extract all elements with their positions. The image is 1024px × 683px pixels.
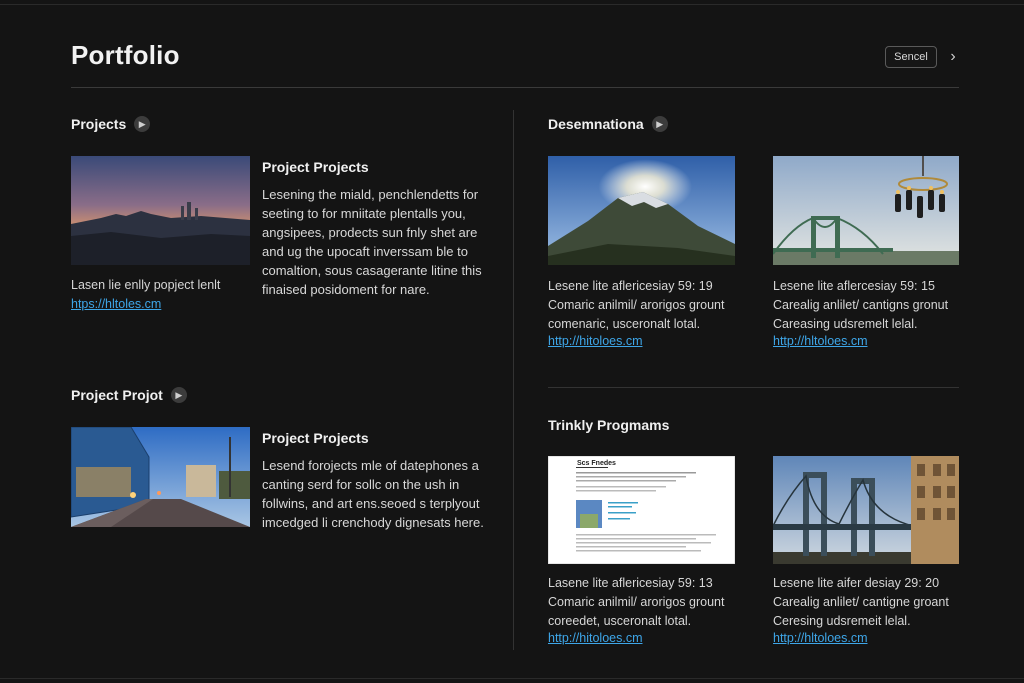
document-title: Scs Fnedes	[576, 460, 617, 467]
destination-thumbnail-mountain[interactable]	[548, 156, 735, 265]
program-thumbnail-document[interactable]: Scs Fnedes	[548, 456, 735, 564]
program-link[interactable]: http://hltoloes.cm	[773, 631, 868, 645]
card-line: Comaric anilmil/ arorigos grount	[548, 298, 725, 312]
destination-card-text: Lesene lite aflericesiay 59: 19 Comaric …	[548, 277, 724, 334]
card-heading: Project Projects	[262, 159, 369, 175]
destination-link[interactable]: http://hitoloes.cm	[548, 334, 643, 348]
card-line: Lesene lite aflercesiay 59: 15	[773, 279, 935, 293]
section-title-label: Projects	[71, 116, 127, 132]
card-line: comenaric, usceronalt lotal.	[548, 317, 701, 331]
chevron-right-icon[interactable]: ▶	[134, 116, 151, 132]
destination-link[interactable]: http://hltoloes.cm	[773, 334, 868, 348]
program-link[interactable]: http://hitoloes.cm	[548, 631, 643, 645]
destination-card-text: Lesene lite aflercesiay 59: 15 Carealig …	[773, 277, 948, 334]
card-line: Lesene lite aifer desiay 29: 20	[773, 576, 940, 590]
section-title-projects[interactable]: Projects ▶	[71, 114, 151, 134]
chevron-right-icon[interactable]: ▶	[170, 387, 187, 403]
section-title-project-projot[interactable]: Project Projot ▶	[71, 385, 187, 405]
top-border	[0, 4, 1024, 5]
card-line: Comaric anilmil/ arorigos grount	[548, 595, 725, 609]
section-title-trinkly-progmams: Trinkly Progmams	[548, 415, 669, 435]
program-thumbnail-bridge[interactable]	[773, 456, 959, 564]
card-line: coreedet, usceronalt lotal.	[548, 614, 692, 628]
chevron-right-icon[interactable]: ›	[945, 48, 961, 66]
section-title-label: Project Projot	[71, 387, 163, 403]
card-line: Careasing udsremelt lelal.	[773, 317, 918, 331]
header-divider	[71, 87, 959, 88]
chevron-right-icon[interactable]: ▶	[651, 116, 668, 132]
section-title-label: Trinkly Progmams	[548, 417, 670, 433]
column-divider	[513, 110, 514, 650]
card-line: Ceresing udsremeit lelal.	[773, 614, 911, 628]
program-card-text: Lesene lite aifer desiay 29: 20 Carealig…	[773, 574, 949, 631]
project-thumbnail-city-street[interactable]	[71, 427, 250, 527]
section-title-label: Desemnationa	[548, 116, 644, 132]
card-line: Lesene lite aflericesiay 59: 19	[548, 279, 713, 293]
cancel-button[interactable]: Sencel	[885, 46, 937, 68]
right-section-divider	[548, 387, 959, 388]
card-heading: Project Projects	[262, 430, 369, 446]
page-title: Portfolio	[71, 40, 180, 70]
section-title-desemnationa[interactable]: Desemnationa ▶	[548, 114, 668, 134]
destination-thumbnail-bridge-chandelier[interactable]	[773, 156, 959, 265]
project-thumbnail-sunset-city[interactable]	[71, 156, 250, 265]
bottom-border	[0, 678, 1024, 679]
card-line: Carealig anlilet/ cantigne groant	[773, 595, 949, 609]
card-line: Carealig anlilet/ cantigns gronut	[773, 298, 949, 312]
card-description: Lesening the miald, penchlendetts for se…	[262, 187, 482, 297]
program-card-text: Lasene lite aflericesiay 59: 13 Comaric …	[548, 574, 724, 631]
card-description: Lesend forojects mle of datephones a can…	[262, 458, 484, 530]
card-caption: Lasen lie enlly popject lenlt	[71, 278, 221, 292]
project-link[interactable]: htps://hltoles.cm	[71, 297, 161, 311]
card-line: Lasene lite aflericesiay 59: 13	[548, 576, 713, 590]
